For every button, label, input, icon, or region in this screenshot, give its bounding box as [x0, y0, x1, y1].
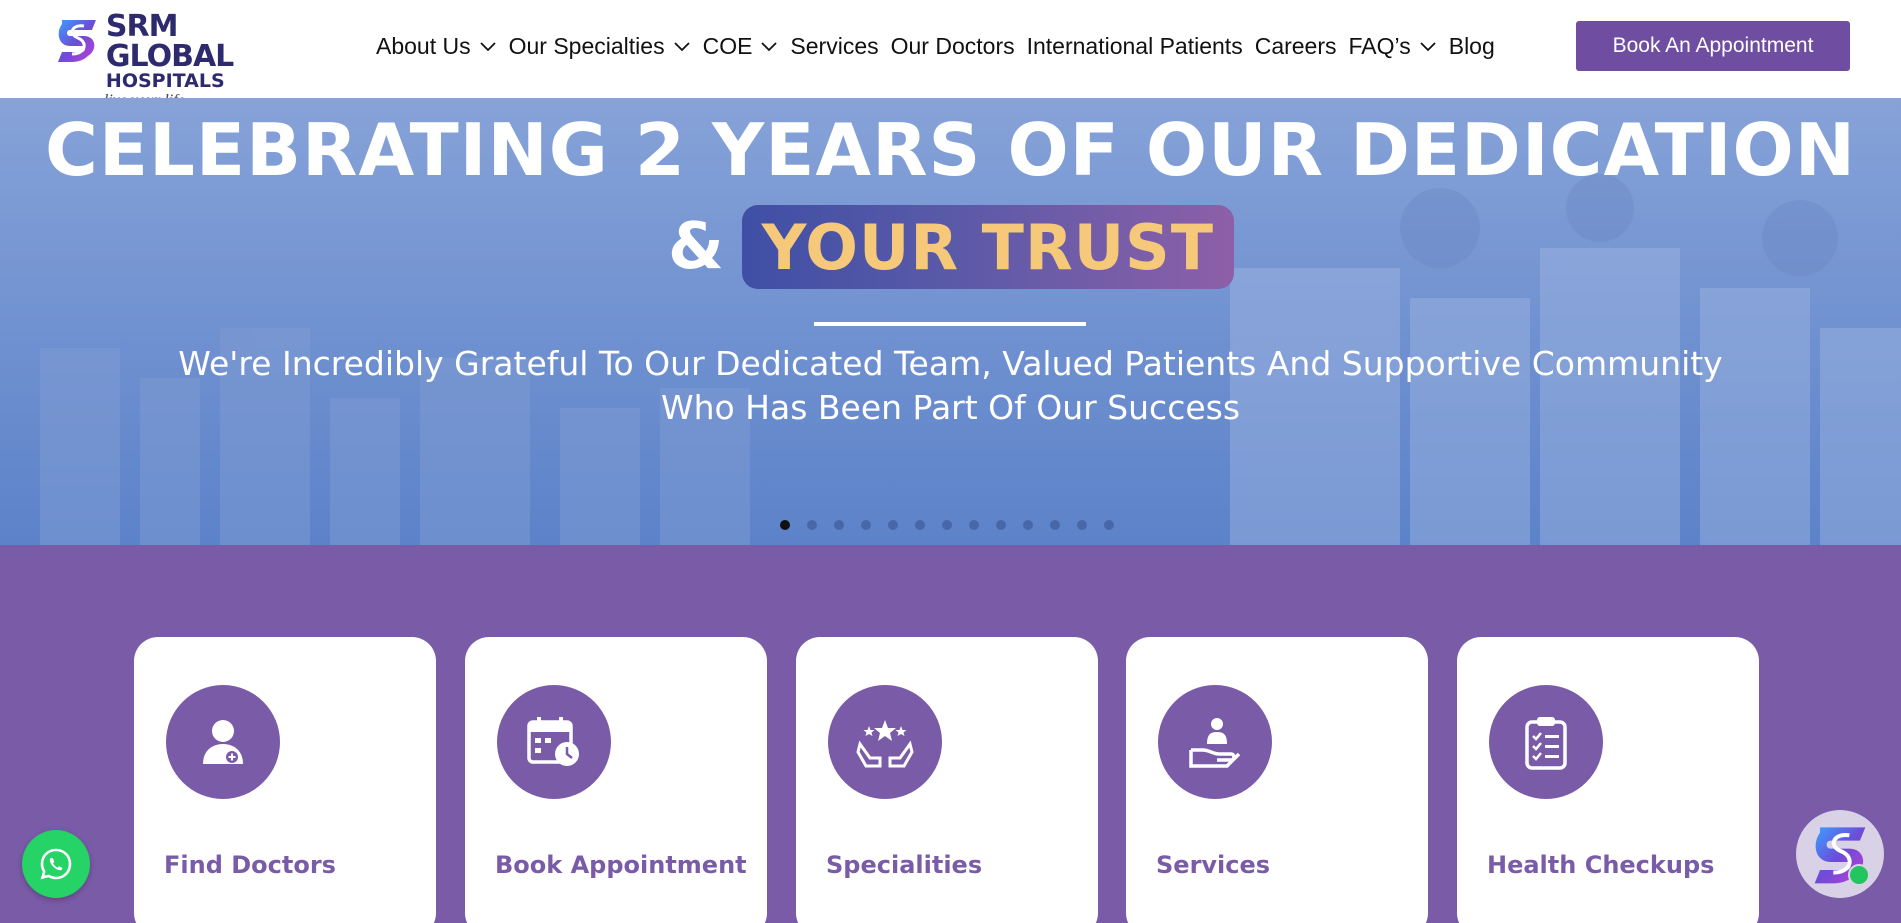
nav-careers[interactable]: Careers: [1255, 33, 1337, 60]
card-label: Health Checkups: [1487, 851, 1715, 879]
card-icon-circle: [497, 685, 611, 799]
nav-label: Blog: [1448, 32, 1495, 59]
card-label: Book Appointment: [495, 851, 747, 879]
nav-faqs[interactable]: FAQ’s: [1349, 33, 1437, 60]
card-find-doctors[interactable]: Find Doctors: [134, 637, 436, 923]
chevron-down-icon: [673, 42, 690, 52]
carousel-dot[interactable]: [861, 520, 871, 530]
carousel-dot[interactable]: [942, 520, 952, 530]
nav-label: FAQ’s: [1348, 32, 1411, 59]
hero-highlight-row: & YOUR TRUST: [668, 204, 1234, 290]
card-label: Find Doctors: [164, 851, 336, 879]
carousel-dot[interactable]: [834, 520, 844, 530]
hero-divider: [814, 322, 1086, 326]
card-label: Specialities: [826, 851, 983, 879]
carousel-dot[interactable]: [780, 520, 790, 530]
carousel-dot[interactable]: [1104, 520, 1114, 530]
chevron-down-icon: [479, 42, 496, 52]
chatbot-launcher[interactable]: [1796, 810, 1884, 898]
main-nav: About Us Our Specialties COE Services Ou…: [376, 28, 1507, 64]
care-hand-icon: [1189, 718, 1241, 768]
logo-line2: HOSPITALS: [105, 70, 225, 92]
carousel-pagination: [780, 519, 1131, 531]
whatsapp-icon: [40, 848, 72, 880]
quick-links-section: Find Doctors Book Appointment Specialiti…: [0, 545, 1901, 923]
carousel-dot[interactable]: [1023, 520, 1033, 530]
brand-logo[interactable]: SRM GLOBAL HOSPITALS live your life.: [54, 12, 314, 109]
hero-subtitle-line2: Who Has Been Part Of Our Success: [660, 388, 1241, 427]
card-icon-circle: [166, 685, 280, 799]
hero-ampersand: &: [668, 210, 724, 284]
your-trust-badge: YOUR TRUST: [741, 205, 1234, 289]
chevron-down-icon: [1420, 42, 1436, 52]
card-specialities[interactable]: Specialities: [796, 637, 1098, 923]
nav-label: Our Specialties: [508, 32, 665, 59]
book-appointment-button[interactable]: Book An Appointment: [1576, 21, 1850, 71]
doctor-icon: [203, 720, 243, 764]
nav-our-doctors[interactable]: Our Doctors: [891, 33, 1015, 60]
nav-international-patients[interactable]: International Patients: [1027, 33, 1243, 60]
nav-blog[interactable]: Blog: [1449, 33, 1495, 60]
logo-text: SRM GLOBAL HOSPITALS live your life.: [104, 9, 314, 109]
carousel-dot[interactable]: [807, 520, 817, 530]
chevron-down-icon: [761, 42, 778, 52]
clipboard-checklist-icon: [1525, 717, 1567, 770]
hero-banner: CELEBRATING 2 YEARS OF OUR DEDICATION & …: [0, 98, 1901, 545]
nav-label: About Us: [376, 32, 471, 59]
card-book-appointment[interactable]: Book Appointment: [465, 637, 767, 923]
carousel-dot[interactable]: [969, 520, 979, 530]
card-label: Services: [1156, 851, 1271, 879]
nav-services[interactable]: Services: [790, 33, 878, 60]
nav-coe[interactable]: COE: [703, 33, 779, 60]
nav-label: Services: [790, 32, 879, 59]
site-header: SRM GLOBAL HOSPITALS live your life. Abo…: [0, 0, 1901, 109]
card-icon-circle: [828, 685, 942, 799]
hero-subtitle: We're Incredibly Grateful To Our Dedicat…: [0, 342, 1901, 430]
whatsapp-button[interactable]: [22, 830, 90, 898]
nav-label: COE: [702, 32, 753, 59]
carousel-dot[interactable]: [996, 520, 1006, 530]
carousel-dot[interactable]: [915, 520, 925, 530]
carousel-dot[interactable]: [888, 520, 898, 530]
logo-s-icon: [57, 20, 96, 62]
card-icon-circle: [1489, 685, 1603, 799]
nav-label: International Patients: [1026, 32, 1243, 59]
carousel-dot[interactable]: [1077, 520, 1087, 530]
nav-our-specialties[interactable]: Our Specialties: [509, 33, 691, 60]
carousel-dot[interactable]: [1050, 520, 1060, 530]
nav-about-us[interactable]: About Us: [376, 33, 497, 60]
hero-title: CELEBRATING 2 YEARS OF OUR DEDICATION: [45, 108, 1856, 192]
nav-label: Our Doctors: [890, 32, 1015, 59]
card-services[interactable]: Services: [1126, 637, 1428, 923]
hero-subtitle-line1: We're Incredibly Grateful To Our Dedicat…: [178, 344, 1723, 383]
nav-label: Careers: [1254, 32, 1337, 59]
logo-line1: SRM GLOBAL: [105, 9, 234, 74]
calendar-clock-icon: [527, 717, 579, 766]
card-icon-circle: [1158, 685, 1272, 799]
card-health-checkups[interactable]: Health Checkups: [1457, 637, 1759, 923]
hands-stars-icon: [856, 720, 914, 768]
online-status-dot: [1848, 864, 1870, 886]
